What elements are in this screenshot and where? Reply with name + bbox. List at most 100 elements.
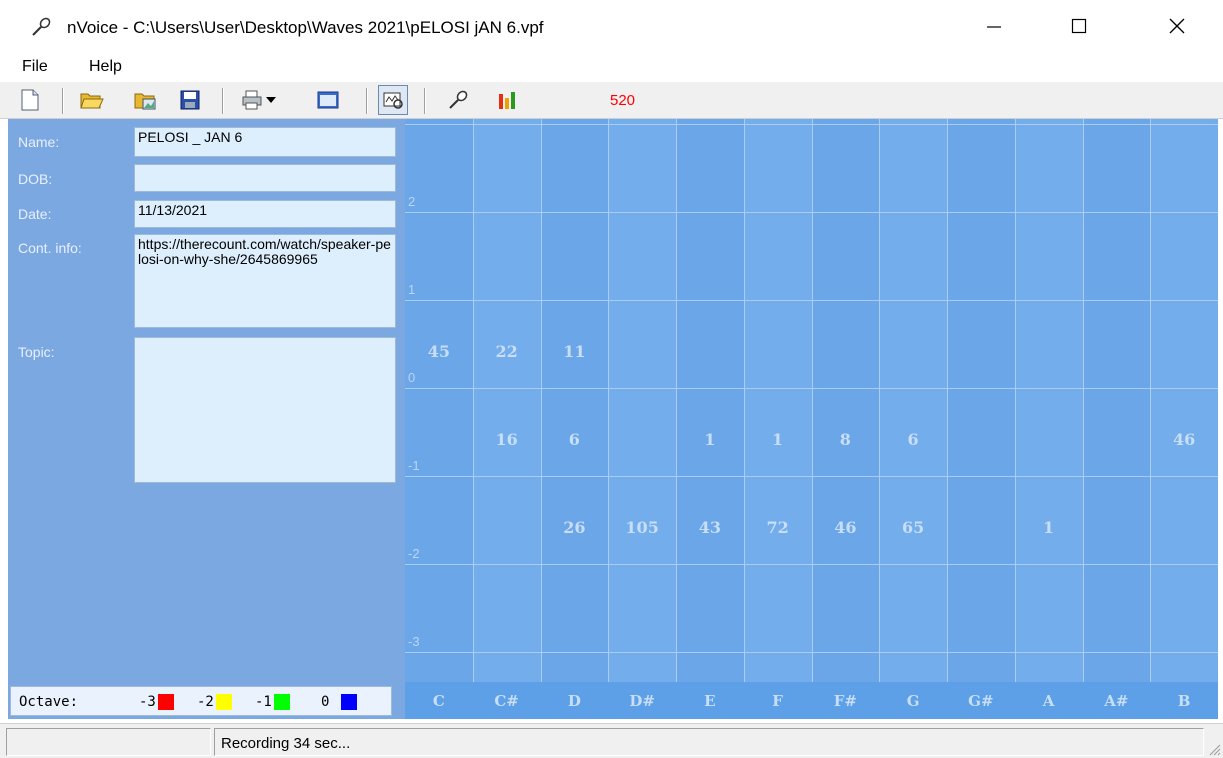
octave-swatch-minus1: [274, 694, 290, 710]
grid-column: [540, 119, 609, 682]
grid-vline: [676, 119, 677, 682]
topic-field[interactable]: [134, 337, 396, 483]
grid-vline: [608, 119, 609, 682]
open-image-icon: [134, 93, 156, 110]
print-button[interactable]: [240, 88, 264, 112]
resize-grip-icon[interactable]: [1205, 740, 1221, 756]
note-label: F: [772, 692, 783, 710]
note-count-cell: 16: [495, 430, 518, 449]
octave-row-label: 2: [408, 194, 416, 209]
maximize-button[interactable]: [1057, 8, 1101, 44]
note-label: C: [432, 692, 445, 710]
grid-column: [608, 119, 676, 682]
note-count-cell: 43: [698, 518, 721, 537]
window-title: nVoice - C:\Users\User\Desktop\Waves 202…: [67, 18, 544, 37]
new-button[interactable]: [18, 88, 42, 112]
note-label: A#: [1104, 692, 1129, 710]
bar-chart-icon: [499, 92, 515, 109]
note-label: G: [906, 692, 920, 710]
octave-legend-label: Octave:: [19, 694, 79, 710]
note-label: G#: [968, 692, 994, 710]
topic-label: Topic:: [18, 344, 55, 360]
octave-row-label: -2: [408, 546, 420, 561]
open-button[interactable]: [80, 88, 104, 112]
note-count-cell: 72: [766, 518, 789, 537]
grid-vline: [879, 119, 880, 682]
grid-vline: [473, 119, 474, 682]
note-count-cell: 65: [901, 518, 925, 537]
record-button[interactable]: [446, 88, 470, 112]
microphone-icon: [32, 17, 51, 36]
note-label: B: [1177, 692, 1191, 710]
octave-legend-label-minus1: -1: [255, 694, 272, 710]
grid-column: [676, 119, 744, 682]
minimize-icon: [987, 26, 1001, 28]
menu-file[interactable]: File: [22, 58, 48, 76]
grid-hline: [405, 300, 1218, 301]
grid-hline: [405, 564, 1218, 565]
save-button[interactable]: [178, 88, 202, 112]
toolbar: 520: [0, 82, 1223, 119]
name-field[interactable]: PELOSI _ JAN 6: [134, 127, 396, 157]
note-count-cell: 45: [427, 342, 450, 361]
grid-column: [1082, 119, 1151, 682]
info-panel: Name: PELOSI _ JAN 6 DOB: Date: 11/13/20…: [8, 119, 405, 719]
note-label: D: [567, 692, 581, 710]
octave-swatch-minus3: [158, 694, 174, 710]
grid-vline: [541, 119, 542, 682]
note-count-cell: 46: [834, 518, 857, 537]
octave-row-label: 0: [408, 370, 416, 385]
date-field[interactable]: 11/13/2021: [134, 200, 396, 228]
dropdown-arrow-icon: [266, 97, 276, 103]
note-count-cell: 11: [563, 342, 586, 361]
save-icon: [180, 90, 200, 110]
grid-vline: [744, 119, 745, 682]
octave-legend-label-0: 0: [321, 694, 330, 710]
grid-hline: [405, 212, 1218, 213]
note-count-cell: 1: [704, 430, 716, 449]
grid-vline: [1015, 119, 1016, 682]
octave-row-label: 1: [408, 282, 416, 297]
status-text: Recording 34 sec...: [214, 728, 1204, 756]
grid-column: [743, 119, 812, 682]
grid-column: [1150, 119, 1218, 682]
grid-column: [1014, 119, 1083, 682]
menu-help[interactable]: Help: [89, 58, 122, 76]
chart-button[interactable]: [496, 88, 520, 112]
grid-vline: [812, 119, 813, 682]
grid-column: [947, 119, 1015, 682]
dob-field[interactable]: [134, 164, 396, 192]
maximize-icon: [1071, 18, 1087, 34]
minimize-button[interactable]: [972, 8, 1016, 44]
microphone-icon: [449, 90, 468, 109]
date-label: Date:: [18, 206, 52, 222]
grid-vline: [1150, 119, 1151, 682]
octave-row-label: -3: [408, 634, 420, 649]
print-dropdown[interactable]: [264, 88, 278, 112]
note-count-cell: 1: [772, 430, 784, 449]
octave-legend-label-minus2: -2: [197, 694, 214, 710]
note-label: C#: [494, 692, 519, 710]
close-icon: [1169, 18, 1185, 34]
note-count-cell: 105: [625, 518, 659, 537]
new-document-icon: [21, 89, 39, 111]
view-button[interactable]: [316, 88, 340, 112]
octave-legend-label-minus3: -3: [139, 694, 156, 710]
note-count-cell: 6: [568, 430, 580, 449]
octave-legend: Octave: -3 -2 -1 0: [10, 686, 392, 716]
contact-field[interactable]: https://therecount.com/watch/speaker-pel…: [134, 234, 396, 328]
close-button[interactable]: [1155, 8, 1199, 44]
grid-vline: [947, 119, 948, 682]
open-image-button[interactable]: [134, 88, 158, 112]
analyze-button[interactable]: [378, 85, 408, 115]
grid-hline: [405, 388, 1218, 389]
octave-swatch-0: [341, 694, 357, 710]
note-count-cell: 22: [495, 342, 518, 361]
note-label: E: [704, 692, 716, 710]
name-label: Name:: [18, 134, 60, 150]
note-count-cell: 46: [1172, 430, 1196, 449]
note-count-cell: 6: [907, 430, 919, 449]
print-icon: [242, 90, 262, 110]
dob-label: DOB:: [18, 171, 53, 187]
note-count-cell: 8: [839, 430, 851, 449]
